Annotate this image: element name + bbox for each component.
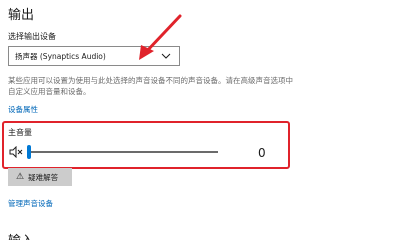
device-properties-link[interactable]: 设备属性 xyxy=(8,104,38,115)
chevron-down-icon xyxy=(161,53,171,59)
output-description: 某些应用可以设置为使用与此处选择的声音设备不同的声音设备。请在高级声音选项中自定… xyxy=(8,76,293,96)
master-volume-label: 主音量 xyxy=(8,128,32,137)
output-device-selected: 扬声器 (Synaptics Audio) xyxy=(15,51,106,61)
annotation-arrow xyxy=(139,14,182,60)
output-device-dropdown[interactable]: 扬声器 (Synaptics Audio) xyxy=(8,46,180,66)
master-volume-slider-track[interactable] xyxy=(28,151,218,153)
output-device-label: 选择输出设备 xyxy=(8,32,56,41)
troubleshoot-button[interactable]: ⚠ 疑难解答 xyxy=(8,168,72,186)
warning-icon: ⚠ xyxy=(16,171,25,182)
output-section-title: 输出 xyxy=(8,8,35,23)
master-volume-value: 0 xyxy=(258,146,266,160)
speaker-muted-icon[interactable] xyxy=(9,146,23,158)
troubleshoot-label: 疑难解答 xyxy=(28,172,59,182)
master-volume-slider-thumb[interactable] xyxy=(27,145,31,159)
annotation-highlight-box xyxy=(2,121,290,169)
manage-sound-devices-link[interactable]: 管理声音设备 xyxy=(8,198,53,209)
input-section-title: 输入 xyxy=(8,230,34,240)
